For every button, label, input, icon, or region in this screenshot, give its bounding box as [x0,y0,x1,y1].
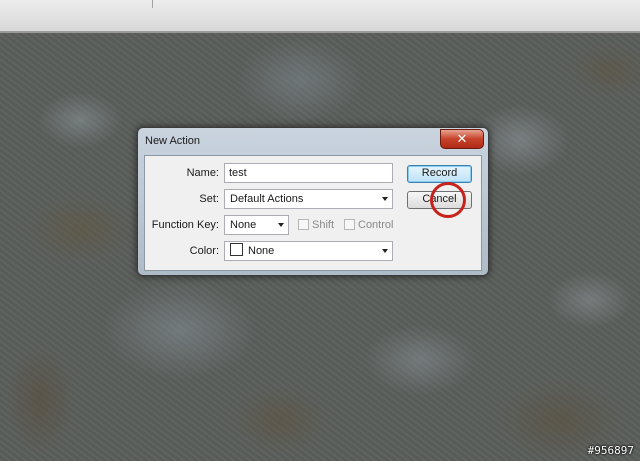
close-icon: ✕ [456,131,468,146]
color-dropdown[interactable]: None [224,241,393,261]
shift-checkbox[interactable] [298,219,309,230]
dialog-title: New Action [145,135,201,147]
set-label: Set: [199,193,219,205]
set-dropdown[interactable]: Default Actions [224,189,393,209]
color-swatch-icon [230,243,243,256]
desktop-background: New Action ✕ Name: Set: Default Actions … [0,0,640,461]
new-action-dialog: New Action ✕ Name: Set: Default Actions … [137,127,489,276]
dialog-titlebar[interactable]: New Action ✕ [138,128,488,154]
chevron-down-icon [278,223,284,227]
color-label: Color: [189,245,219,257]
function-key-dropdown[interactable]: None [224,215,289,235]
name-label: Name: [186,167,219,179]
watermark: #956897 [587,444,634,457]
record-button[interactable]: Record [407,165,472,183]
name-input[interactable] [224,163,393,183]
shift-label: Shift [312,219,335,231]
function-key-label: Function Key: [151,219,219,231]
chevron-down-icon [382,197,388,201]
color-dropdown-value: None [248,245,275,257]
cancel-button[interactable]: Cancel [407,191,472,209]
dialog-content-panel: Name: Set: Default Actions Function Key:… [144,155,482,271]
close-button[interactable]: ✕ [440,129,484,149]
chevron-down-icon [382,249,388,253]
control-checkbox[interactable] [344,219,355,230]
control-label: Control [358,219,394,231]
set-dropdown-value: Default Actions [230,193,304,205]
top-bar-divider [152,0,153,8]
function-key-dropdown-value: None [230,219,257,231]
application-top-bar [0,0,640,33]
